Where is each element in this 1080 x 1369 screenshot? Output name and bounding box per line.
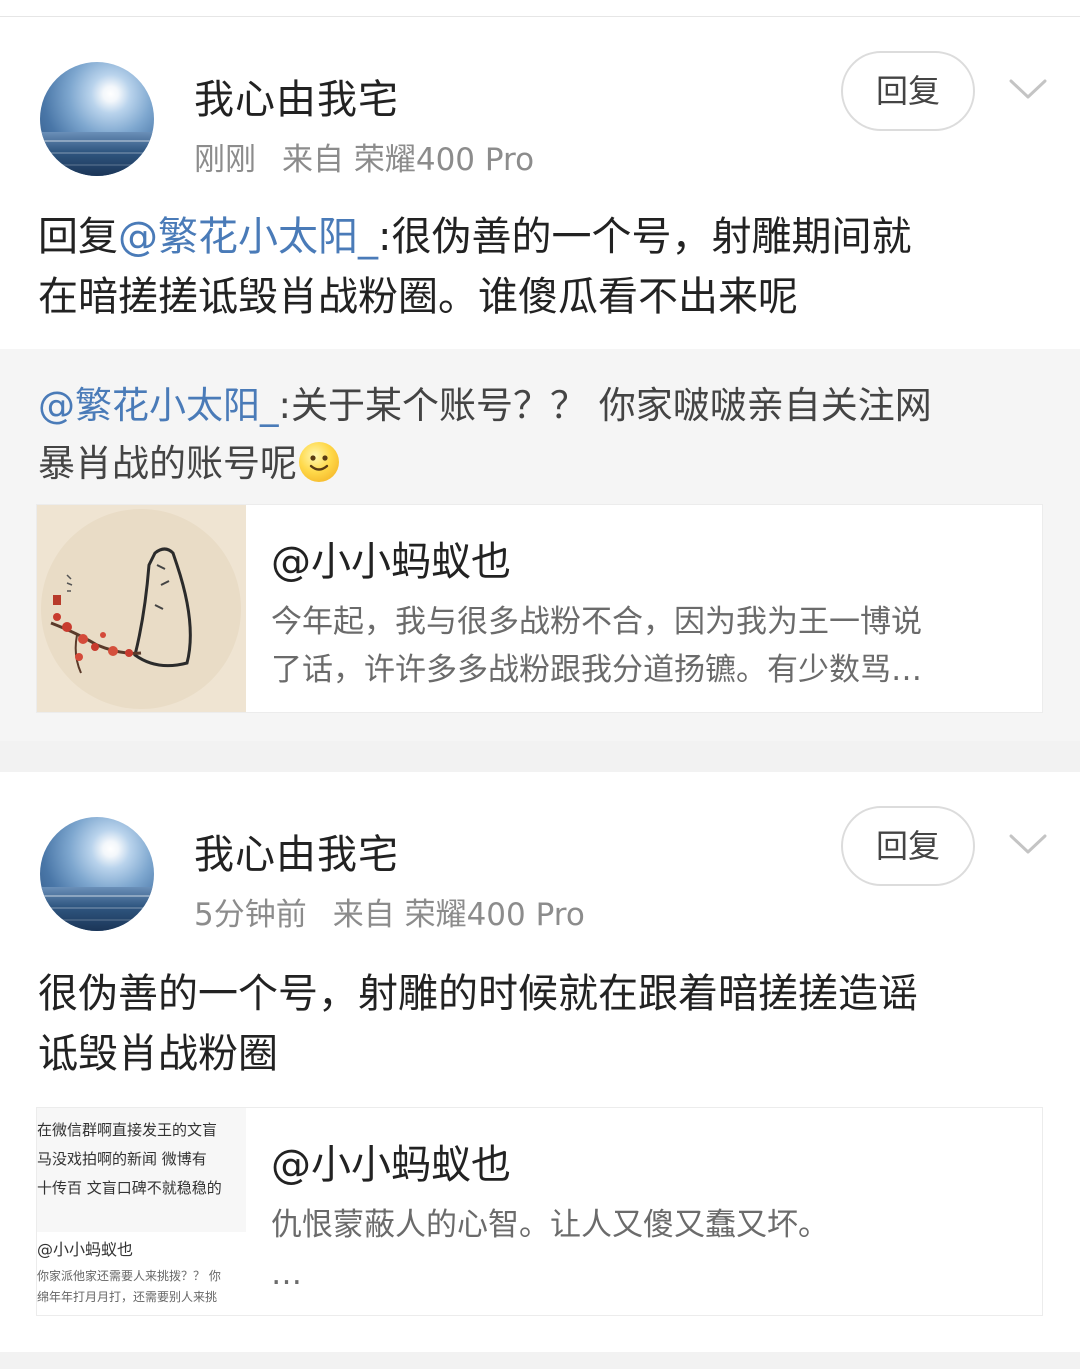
comment-line-rest: :很伪善的一个号，射雕期间就: [378, 214, 912, 260]
screenshot-line: 在微信群啊直接发王的文盲: [37, 1121, 218, 1139]
post-meta: 5分钟前 来自 荣耀400 Pro: [194, 889, 611, 934]
avatar-wave: [40, 907, 154, 909]
avatar-wave: [40, 164, 154, 166]
post-time: 刚刚: [194, 142, 256, 178]
comment-card: 我心由我宅 5分钟前 来自 荣耀400 Pro 回复 很伪善的一个号，射雕的时候就…: [0, 772, 1080, 1352]
link-card[interactable]: 在微信群啊直接发王的文盲 马没戏拍啊的新闻 微博有 十传百 文盲口碑不就稳稳的 …: [36, 1107, 1043, 1316]
mention-link[interactable]: @繁花小太阳_: [118, 214, 378, 260]
screenshot-text-block: 在微信群啊直接发王的文盲 马没戏拍啊的新闻 微博有 十传百 文盲口碑不就稳稳的: [37, 1108, 246, 1232]
quoted-line: 暴肖战的账号呢: [38, 435, 1038, 493]
smile-emoji-icon: [299, 442, 339, 482]
reply-prefix: 回复: [38, 214, 118, 260]
screenshot-line: 十传百 文盲口碑不就稳稳的: [37, 1179, 222, 1197]
link-card-desc: 仇恨蒙蔽人的心智。让人又傻又蠢又坏。: [271, 1207, 829, 1243]
quoted-line: @繁花小太阳_:关于某个账号？？ 你家啵啵亲自关注网: [38, 377, 1038, 435]
reply-button[interactable]: 回复: [841, 806, 975, 886]
mention-link[interactable]: @繁花小太阳_: [38, 384, 279, 427]
avatar[interactable]: [40, 62, 154, 176]
reply-button[interactable]: 回复: [841, 51, 975, 131]
link-card-ellipsis: …: [271, 1256, 302, 1292]
quoted-text: @繁花小太阳_:关于某个账号？？ 你家啵啵亲自关注网 暴肖战的账号呢: [38, 377, 1038, 493]
screenshot-line: 你家派他家还需要人来挑拨？？ 你: [37, 1269, 221, 1283]
screenshot-line: 马没戏拍啊的新闻 微博有: [37, 1150, 207, 1168]
post-time: 5分钟前: [194, 897, 307, 933]
comment-line: 很伪善的一个号，射雕的时候就在跟着暗搓搓造谣: [38, 971, 918, 1017]
link-card-desc: 了话，许许多多战粉跟我分道扬镳。有少数骂…: [271, 652, 922, 688]
plum-blossom-painting: [41, 509, 241, 709]
link-thumbnail: [37, 505, 246, 712]
link-card-title: @小小蚂蚁也: [271, 1142, 511, 1188]
link-card-title: @小小蚂蚁也: [271, 539, 511, 585]
link-thumbnail: 在微信群啊直接发王的文盲 马没戏拍啊的新闻 微博有 十传百 文盲口碑不就稳稳的 …: [37, 1108, 246, 1315]
quoted-line-text: 暴肖战的账号呢: [38, 442, 297, 485]
top-divider: [0, 0, 1080, 17]
comment-text: 很伪善的一个号，射雕的时候就在跟着暗搓搓造谣 诋毁肖战粉圈: [38, 964, 1038, 1084]
comment-line: 诋毁肖战粉圈: [38, 1031, 278, 1077]
avatar-sea: [40, 132, 154, 176]
post-source: 来自 荣耀400 Pro: [332, 897, 585, 933]
username[interactable]: 我心由我宅: [194, 67, 399, 125]
avatar-wave: [40, 152, 154, 154]
quoted-comment[interactable]: @繁花小太阳_:关于某个账号？？ 你家啵啵亲自关注网 暴肖战的账号呢 @小小蚂蚁…: [0, 349, 1080, 741]
comment-line: 回复@繁花小太阳_:很伪善的一个号，射雕期间就: [38, 207, 1038, 267]
avatar[interactable]: [40, 817, 154, 931]
link-card-desc: 今年起，我与很多战粉不合，因为我为王一博说: [271, 604, 922, 640]
post-meta: 刚刚 来自 荣耀400 Pro: [194, 134, 560, 179]
username[interactable]: 我心由我宅: [194, 822, 399, 880]
post-source: 来自 荣耀400 Pro: [282, 142, 535, 178]
comment-line: 在暗搓搓诋毁肖战粉圈。谁傻瓜看不出来呢: [38, 274, 798, 320]
avatar-sea: [40, 887, 154, 931]
screenshot-text-block: 你家派他家还需要人来挑拨？？ 你 绵年年打月月打，还需要别人来挑: [37, 1266, 246, 1308]
chevron-down-icon[interactable]: [1008, 75, 1048, 105]
avatar-wave: [40, 140, 154, 142]
comment-text: 回复@繁花小太阳_:很伪善的一个号，射雕期间就 在暗搓搓诋毁肖战粉圈。谁傻瓜看不…: [38, 207, 1038, 327]
chevron-down-icon[interactable]: [1008, 830, 1048, 860]
link-card[interactable]: @小小蚂蚁也 今年起，我与很多战粉不合，因为我为王一博说 了话，许许多多战粉跟我…: [36, 504, 1043, 713]
comment-card: 我心由我宅 刚刚 来自 荣耀400 Pro 回复 回复@繁花小太阳_:很伪善的一个…: [0, 17, 1080, 741]
avatar-wave: [40, 895, 154, 897]
screenshot-user: @小小蚂蚁也: [37, 1240, 134, 1259]
avatar-wave: [40, 919, 154, 921]
quoted-line-rest: :关于某个账号？？ 你家啵啵亲自关注网: [278, 384, 932, 427]
screenshot-line: 绵年年打月月打，还需要别人来挑: [37, 1290, 218, 1304]
